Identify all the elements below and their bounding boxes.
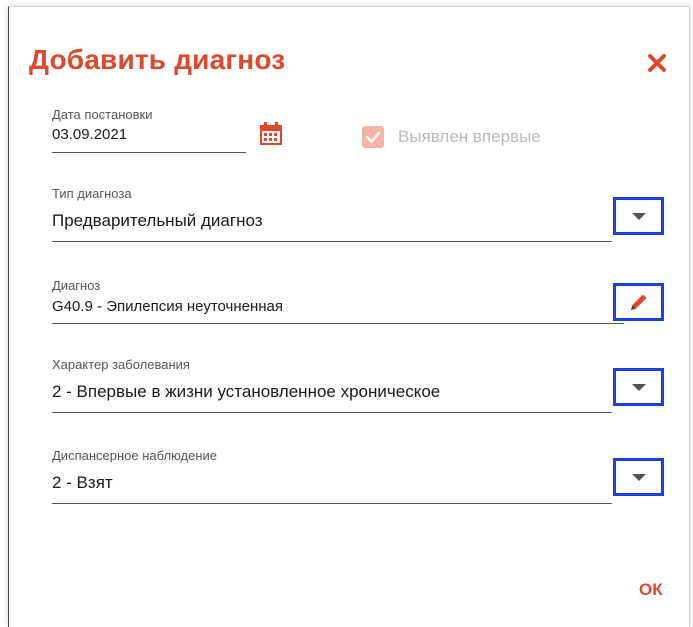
date-underline: [52, 152, 246, 153]
diagnosis-edit-button[interactable]: [613, 283, 664, 321]
chevron-down-icon: [631, 383, 646, 391]
dispensary-dropdown-button[interactable]: [613, 458, 664, 496]
date-label: Дата постановки: [52, 107, 153, 122]
diagnosis-underline: [52, 323, 624, 324]
disease-character-select[interactable]: 2 - Впервые в жизни установленное хронич…: [52, 382, 440, 402]
diagnosis-type-dropdown-button[interactable]: [613, 197, 664, 235]
chevron-down-icon: [631, 212, 646, 220]
pencil-icon: [630, 294, 646, 310]
disease-character-label: Характер заболевания: [52, 357, 190, 372]
dialog-title: Добавить диагноз: [29, 44, 286, 75]
checkmark-icon: [365, 131, 381, 143]
first-detected-checkbox[interactable]: [362, 126, 384, 148]
diagnosis-label: Диагноз: [52, 278, 101, 293]
first-detected-label: Выявлен впервые: [398, 127, 541, 146]
dispensary-select[interactable]: 2 - Взят: [52, 473, 113, 493]
close-icon[interactable]: [646, 52, 668, 74]
diagnosis-type-select[interactable]: Предварительный диагноз: [52, 211, 263, 231]
diagnosis-type-underline: [52, 241, 612, 242]
disease-character-dropdown-button[interactable]: [613, 368, 664, 406]
chevron-down-icon: [631, 473, 646, 481]
calendar-icon[interactable]: [258, 121, 284, 147]
dispensary-underline: [52, 503, 612, 504]
add-diagnosis-dialog: [8, 6, 690, 627]
diagnosis-input[interactable]: G40.9 - Эпилепсия неуточненная: [52, 298, 283, 315]
dispensary-label: Диспансерное наблюдение: [52, 448, 218, 463]
date-input[interactable]: 03.09.2021: [52, 126, 127, 143]
diagnosis-type-label: Тип диагноза: [52, 186, 132, 201]
disease-character-underline: [52, 412, 612, 413]
ok-button[interactable]: ОК: [639, 580, 663, 600]
